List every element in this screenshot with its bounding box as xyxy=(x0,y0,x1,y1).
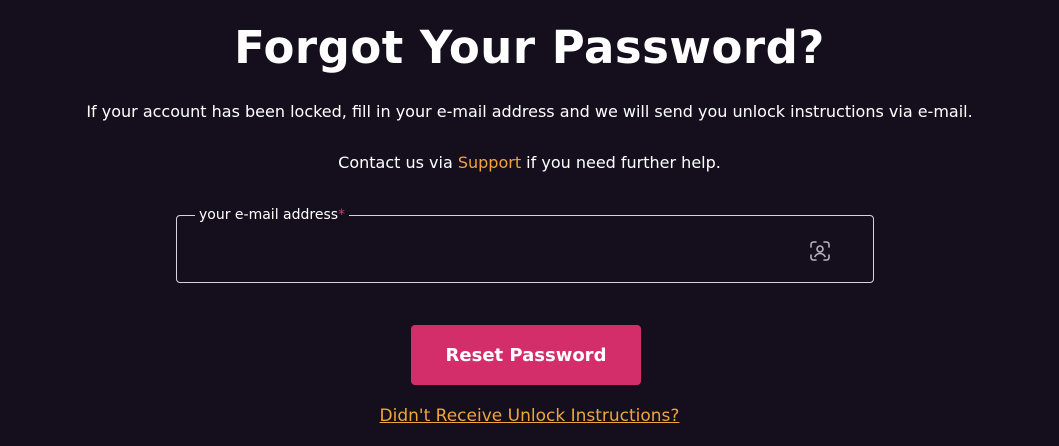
email-label-text: your e-mail address xyxy=(199,207,339,223)
forgot-password-page: Forgot Your Password? If your account ha… xyxy=(0,0,1059,446)
contact-suffix: if you need further help. xyxy=(521,153,721,172)
email-field: your e-mail address* xyxy=(176,205,874,283)
required-marker: * xyxy=(338,207,346,223)
unlock-instructions-row: Didn't Receive Unlock Instructions? xyxy=(0,403,1059,429)
intro-text: If your account has been locked, fill in… xyxy=(86,102,973,121)
reset-password-button[interactable]: Reset Password xyxy=(411,325,641,385)
page-title: Forgot Your Password? xyxy=(234,21,825,74)
email-input[interactable] xyxy=(193,230,797,270)
unlock-instructions-link[interactable]: Didn't Receive Unlock Instructions? xyxy=(380,406,680,426)
contact-text: Contact us via Support if you need furth… xyxy=(0,150,1059,176)
support-link[interactable]: Support xyxy=(458,153,521,172)
email-field-label: your e-mail address* xyxy=(195,205,350,225)
contact-prefix: Contact us via xyxy=(338,153,458,172)
face-id-icon[interactable] xyxy=(808,239,832,263)
